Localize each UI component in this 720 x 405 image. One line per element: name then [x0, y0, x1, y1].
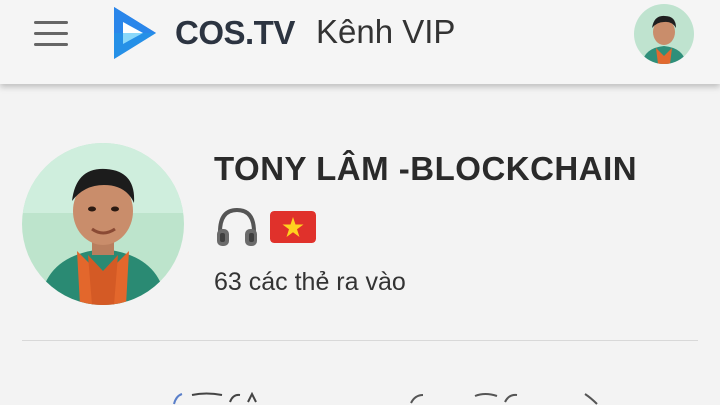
menu-icon-line [34, 32, 68, 35]
menu-button[interactable] [34, 21, 72, 47]
menu-icon-line [34, 21, 68, 24]
vietnam-flag-icon [270, 211, 316, 243]
avatar-photo [634, 4, 694, 64]
channel-name: TONY LÂM -BLOCKCHAIN [214, 150, 638, 187]
tab-about[interactable] [405, 392, 605, 405]
app-bar: COS.TV Kênh VIP [0, 0, 720, 84]
channel-avatar-photo [22, 143, 184, 305]
divider [22, 340, 698, 341]
headphones-icon [217, 207, 257, 246]
brand-name[interactable]: COS.TV [175, 14, 295, 52]
cos-tv-logo-icon[interactable] [110, 4, 160, 62]
tab-videos[interactable] [170, 392, 280, 405]
tab-bar [0, 392, 720, 405]
menu-icon-line [34, 43, 68, 46]
follower-count: 63 các thẻ ra vào [214, 268, 406, 296]
channel-avatar [22, 143, 184, 305]
page-title: Kênh VIP [316, 13, 456, 50]
user-avatar[interactable] [634, 4, 694, 64]
